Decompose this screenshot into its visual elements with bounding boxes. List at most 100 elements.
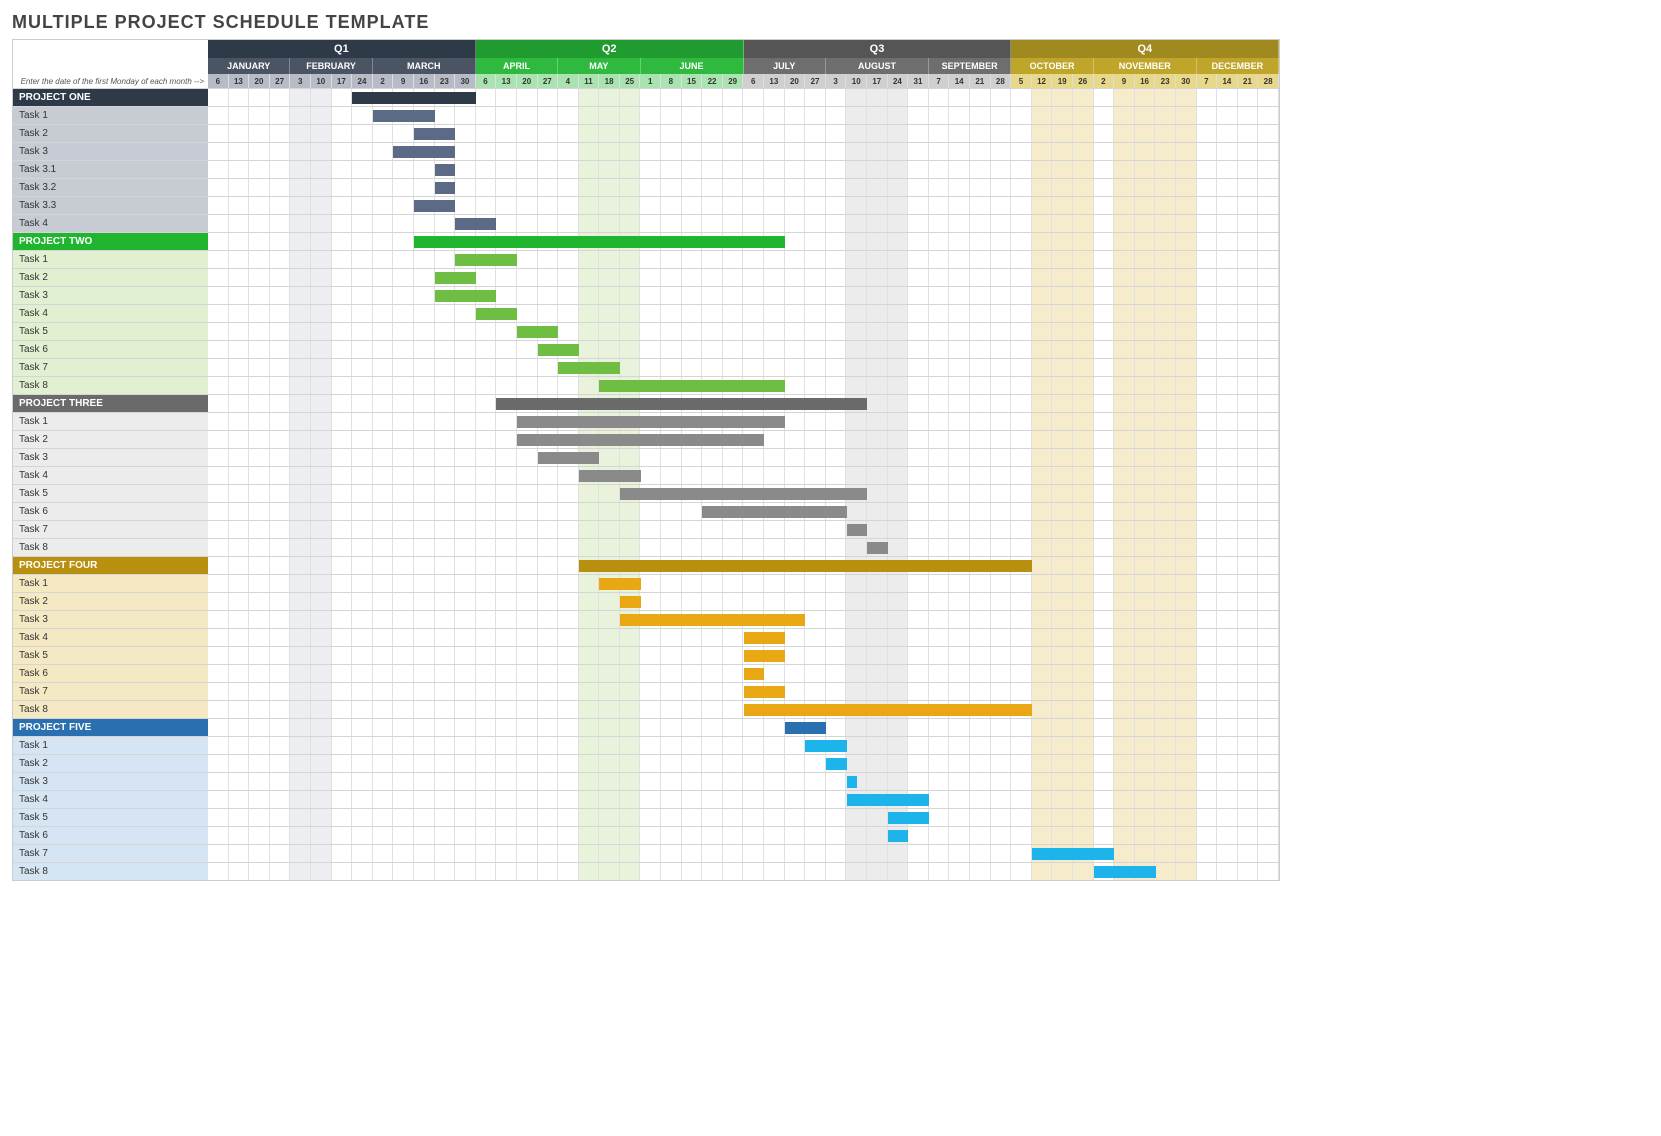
task-bar[interactable] [744, 668, 765, 680]
task-label: Task 2 [13, 755, 208, 772]
week-header: 26 [1073, 74, 1094, 88]
project-header: PROJECT ONE [13, 89, 208, 106]
gantt-chart: Q1Q2Q3Q4JANUARYFEBRUARYMARCHAPRILMAYJUNE… [12, 39, 1280, 881]
task-bar[interactable] [744, 704, 1032, 716]
task-bar[interactable] [744, 632, 785, 644]
task-label: Task 4 [13, 215, 208, 232]
week-header: 4 [558, 74, 579, 88]
task-bar[interactable] [620, 596, 641, 608]
task-label: Task 4 [13, 467, 208, 484]
project-bar[interactable] [496, 398, 867, 410]
week-header: 18 [599, 74, 620, 88]
task-bar[interactable] [599, 578, 640, 590]
month-header: MARCH [373, 58, 476, 74]
task-label: Task 8 [13, 701, 208, 718]
week-header: 24 [888, 74, 909, 88]
task-label: Task 3.1 [13, 161, 208, 178]
week-header: 16 [414, 74, 435, 88]
task-bar[interactable] [888, 830, 909, 842]
task-bar[interactable] [847, 524, 868, 536]
project-header: PROJECT TWO [13, 233, 208, 250]
task-label: Task 7 [13, 845, 208, 862]
week-header: 23 [435, 74, 456, 88]
task-bar[interactable] [435, 272, 476, 284]
week-header: 14 [1217, 74, 1238, 88]
task-label: Task 5 [13, 809, 208, 826]
task-bar[interactable] [867, 542, 888, 554]
task-label: Task 5 [13, 323, 208, 340]
task-bar[interactable] [744, 650, 785, 662]
quarter-header: Q1 [208, 40, 476, 58]
task-bar[interactable] [373, 110, 435, 122]
week-header: 23 [1155, 74, 1176, 88]
project-header: PROJECT FOUR [13, 557, 208, 574]
task-bar[interactable] [517, 434, 764, 446]
task-label: Task 6 [13, 503, 208, 520]
task-bar[interactable] [826, 758, 847, 770]
task-bar[interactable] [558, 362, 620, 374]
task-label: Task 3 [13, 287, 208, 304]
task-label: Task 4 [13, 629, 208, 646]
month-header: JUNE [641, 58, 744, 74]
task-bar[interactable] [538, 344, 579, 356]
month-header: DECEMBER [1197, 58, 1279, 74]
task-bar[interactable] [476, 308, 517, 320]
task-bar[interactable] [888, 812, 929, 824]
project-bar[interactable] [414, 236, 785, 248]
task-bar[interactable] [435, 182, 456, 194]
task-label: Task 1 [13, 575, 208, 592]
task-bar[interactable] [744, 686, 785, 698]
task-bar[interactable] [455, 218, 496, 230]
task-label: Task 1 [13, 413, 208, 430]
task-bar[interactable] [620, 488, 867, 500]
week-header: 2 [1094, 74, 1115, 88]
week-header: 22 [702, 74, 723, 88]
quarter-header: Q2 [476, 40, 744, 58]
week-header: 17 [867, 74, 888, 88]
task-bar[interactable] [414, 200, 455, 212]
month-header: SEPTEMBER [929, 58, 1011, 74]
task-bar[interactable] [393, 146, 455, 158]
task-bar[interactable] [620, 614, 805, 626]
task-bar[interactable] [702, 506, 846, 518]
week-header: 11 [579, 74, 600, 88]
task-bar[interactable] [1094, 866, 1156, 878]
task-bar[interactable] [805, 740, 846, 752]
task-bar[interactable] [455, 254, 517, 266]
week-header: 16 [1135, 74, 1156, 88]
project-bar[interactable] [579, 560, 1032, 572]
task-label: Task 3.2 [13, 179, 208, 196]
week-header: 2 [373, 74, 394, 88]
task-bar[interactable] [579, 470, 641, 482]
week-header: 27 [270, 74, 291, 88]
task-bar[interactable] [1032, 848, 1114, 860]
task-label: Task 2 [13, 593, 208, 610]
task-label: Task 3 [13, 143, 208, 160]
month-header: OCTOBER [1011, 58, 1093, 74]
task-bar[interactable] [414, 128, 455, 140]
task-bar[interactable] [847, 794, 929, 806]
week-header: 5 [1011, 74, 1032, 88]
task-bar[interactable] [517, 326, 558, 338]
week-header: 25 [620, 74, 641, 88]
week-header: 7 [1197, 74, 1218, 88]
task-bar[interactable] [435, 290, 497, 302]
month-header: NOVEMBER [1094, 58, 1197, 74]
task-bar[interactable] [847, 776, 857, 788]
week-header: 10 [311, 74, 332, 88]
week-header: 14 [949, 74, 970, 88]
week-header: 30 [1176, 74, 1197, 88]
task-bar[interactable] [435, 164, 456, 176]
week-header: 15 [682, 74, 703, 88]
task-bar[interactable] [538, 452, 600, 464]
task-label: Task 6 [13, 665, 208, 682]
week-header: 19 [1052, 74, 1073, 88]
project-bar[interactable] [352, 92, 476, 104]
task-label: Task 3.3 [13, 197, 208, 214]
task-bar[interactable] [599, 380, 784, 392]
week-header: 3 [290, 74, 311, 88]
project-bar[interactable] [785, 722, 826, 734]
task-bar[interactable] [517, 416, 785, 428]
task-label: Task 2 [13, 431, 208, 448]
task-label: Task 1 [13, 251, 208, 268]
